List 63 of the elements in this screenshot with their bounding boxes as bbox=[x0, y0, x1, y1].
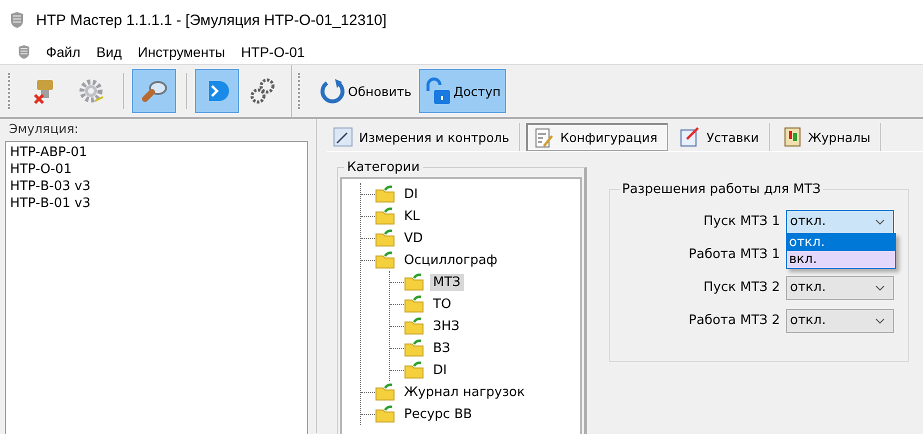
menu-item[interactable]: НТР-О-01 bbox=[241, 44, 305, 60]
menu-item[interactable]: Файл bbox=[46, 44, 80, 60]
tree-item[interactable]: Журнал нагрузок bbox=[401, 384, 528, 400]
tree-item[interactable]: МТЗ bbox=[430, 274, 464, 290]
refresh-icon bbox=[318, 77, 346, 105]
tab[interactable]: Уставки bbox=[674, 123, 770, 151]
folder-icon bbox=[404, 361, 424, 379]
tree-item[interactable]: DI bbox=[401, 186, 421, 202]
field-label: Пуск МТЗ 2 bbox=[704, 280, 780, 295]
device-item[interactable]: НТР-В-03 v3 bbox=[10, 178, 303, 195]
journal-icon bbox=[782, 127, 802, 147]
device-item[interactable]: НТР-АВР-01 bbox=[10, 144, 303, 161]
menu-item[interactable]: Инструменты bbox=[138, 44, 226, 60]
tree-item[interactable]: KL bbox=[401, 208, 423, 224]
chevron-icon bbox=[875, 218, 885, 224]
group-title: Разрешения работы для МТЗ bbox=[621, 182, 822, 197]
folder-icon bbox=[404, 339, 424, 357]
group-title: Категории bbox=[346, 160, 421, 175]
tree-item[interactable]: ТО bbox=[430, 296, 454, 312]
gears-icon bbox=[249, 77, 277, 105]
lock-button[interactable]: Доступ bbox=[418, 69, 506, 113]
device-item[interactable]: НТР-О-01 bbox=[10, 161, 303, 178]
field-label: Пуск МТЗ 1 bbox=[704, 214, 780, 229]
unlock-icon bbox=[424, 77, 452, 105]
dropdown[interactable]: откл. bbox=[786, 276, 894, 300]
menu-item[interactable]: Вид bbox=[96, 44, 122, 60]
pencil-icon bbox=[680, 127, 700, 147]
settings-icon bbox=[77, 77, 105, 105]
panel-title: Эмуляция: bbox=[8, 120, 80, 138]
dropdown[interactable]: откл. bbox=[786, 210, 894, 234]
dropdown[interactable]: откл. bbox=[786, 308, 894, 332]
folder-icon bbox=[375, 251, 395, 269]
window-title: НТР Мастер 1.1.1.1 - [Эмуляция НТР-О-01_12310] bbox=[36, 12, 387, 28]
tree-item[interactable]: Осциллограф bbox=[401, 252, 500, 268]
tree-item[interactable]: ЗНЗ bbox=[430, 318, 462, 334]
app-menu-icon[interactable] bbox=[18, 45, 30, 59]
tree-item[interactable]: VD bbox=[401, 230, 426, 246]
device-item[interactable]: НТР-В-01 v3 bbox=[10, 195, 303, 212]
gauge-icon bbox=[333, 127, 353, 147]
folder-icon bbox=[404, 295, 424, 313]
folder-icon bbox=[375, 185, 395, 203]
folder-icon bbox=[404, 273, 424, 291]
folder-icon bbox=[375, 229, 395, 247]
folder-icon bbox=[375, 207, 395, 225]
chevron-icon bbox=[875, 318, 885, 324]
tab[interactable]: Журналы bbox=[776, 123, 882, 151]
dropdown-option[interactable]: вкл. bbox=[787, 250, 895, 268]
field-label: Работа МТЗ 2 bbox=[688, 313, 780, 328]
tree-item[interactable]: ВЗ bbox=[430, 340, 454, 356]
folder-icon bbox=[375, 383, 395, 401]
dropdown-option[interactable]: откл. bbox=[787, 234, 895, 250]
chevron-icon bbox=[875, 284, 885, 290]
tab[interactable]: Измерения и контроль bbox=[327, 123, 520, 151]
folder-icon bbox=[404, 317, 424, 335]
folder-icon bbox=[375, 405, 395, 423]
app-logo-icon bbox=[10, 12, 24, 28]
tree-item[interactable]: DI bbox=[430, 362, 450, 378]
document-edit-icon bbox=[534, 128, 554, 148]
tab[interactable]: Конфигурация bbox=[526, 123, 668, 151]
tree-item[interactable]: Ресурс ВВ bbox=[401, 406, 476, 422]
search-button[interactable] bbox=[132, 69, 176, 113]
refresh-button[interactable]: Обновить bbox=[313, 69, 417, 113]
field-label: Работа МТЗ 1 bbox=[688, 247, 780, 262]
